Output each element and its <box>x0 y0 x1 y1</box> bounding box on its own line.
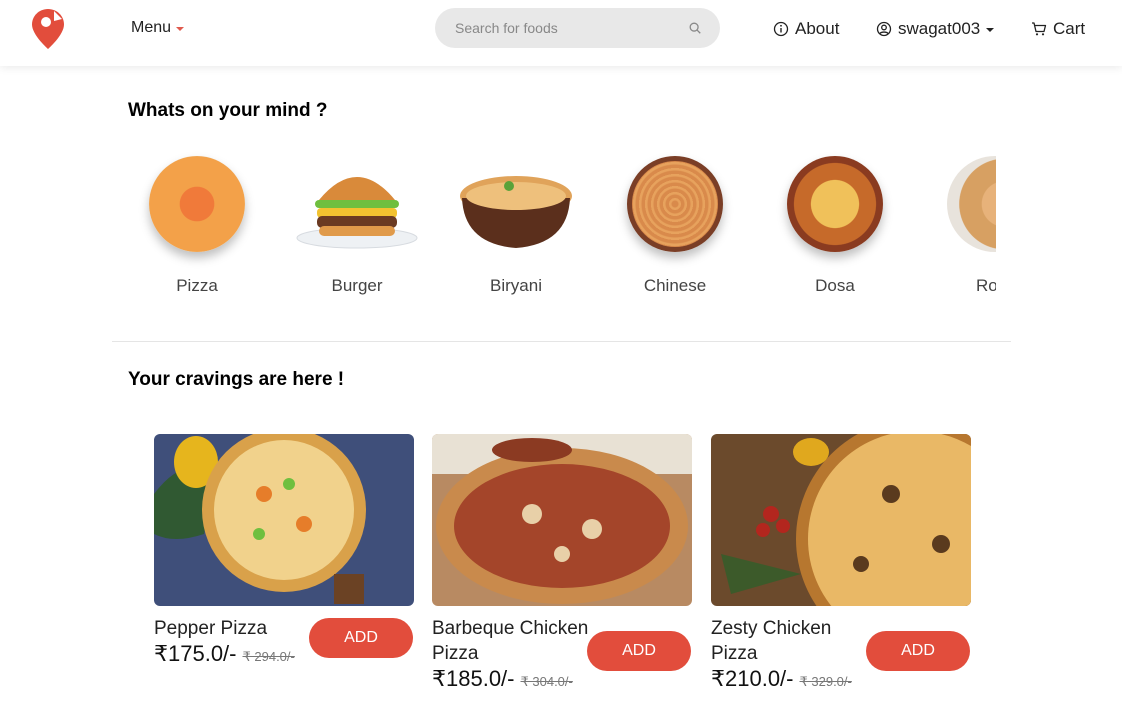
current-price: ₹210.0/- <box>711 666 794 691</box>
zesty-chicken-pizza-image[interactable] <box>711 434 971 606</box>
food-name: Barbeque Chicken Pizza <box>432 618 589 664</box>
original-price: ₹ 329.0/- <box>799 674 852 689</box>
price: ₹185.0/- ₹ 304.0/- <box>432 666 573 692</box>
username-label: swagat003 <box>898 19 981 38</box>
price: ₹210.0/- ₹ 329.0/- <box>711 666 852 692</box>
about-link[interactable]: About <box>773 19 839 39</box>
category-dosa[interactable]: Dosa <box>755 150 915 300</box>
add-button[interactable]: ADD <box>866 631 970 671</box>
category-chinese[interactable]: Chinese <box>595 150 755 300</box>
cart-label: Cart <box>1053 19 1086 38</box>
category-label: Biryani <box>490 276 542 295</box>
category-pizza[interactable]: Pizza <box>117 150 277 300</box>
category-label: Burger <box>331 276 383 295</box>
food-card: Zesty Chicken Pizza ₹210.0/- ₹ 329.0/- AD… <box>711 434 971 694</box>
food-name: Zesty Chicken Pizza <box>711 618 832 664</box>
dosa-image <box>787 156 883 252</box>
food-card: Pepper Pizza ₹175.0/- ₹ 294.0/- ADD <box>154 434 414 694</box>
user-circle-icon <box>876 21 892 37</box>
menu-label: Menu <box>131 19 172 36</box>
about-label: About <box>795 19 840 38</box>
chinese-image <box>627 156 723 252</box>
cart-link[interactable]: Cart <box>1031 19 1085 39</box>
section-title-mind: Whats on your mind ? <box>128 100 328 121</box>
search-bar <box>435 8 720 48</box>
price: ₹175.0/- ₹ 294.0/- <box>154 641 295 667</box>
add-button[interactable]: ADD <box>309 618 413 658</box>
user-dropdown[interactable]: swagat003 <box>876 19 995 39</box>
category-carousel: Pizza Burger Biryani Chinese Dosa Ro <box>117 150 996 300</box>
original-price: ₹ 304.0/- <box>520 674 573 689</box>
info-icon <box>773 21 789 37</box>
chevron-down-icon <box>176 27 185 31</box>
food-name: Pepper Pizza <box>154 618 268 639</box>
cart-icon <box>1032 22 1047 36</box>
navbar: Menu About swagat003 Cart <box>0 0 1122 66</box>
current-price: ₹185.0/- <box>432 666 515 691</box>
original-price: ₹ 294.0/- <box>242 649 295 664</box>
divider <box>112 341 1011 342</box>
biryani-image <box>460 176 572 248</box>
search-icon[interactable] <box>688 21 702 35</box>
menu-dropdown[interactable]: Menu <box>131 19 185 37</box>
category-label: Pizza <box>176 276 218 295</box>
search-input[interactable] <box>455 20 688 36</box>
section-title-cravings: Your cravings are here ! <box>128 369 345 390</box>
barbeque-chicken-pizza-image[interactable] <box>432 434 692 606</box>
current-price: ₹175.0/- <box>154 641 237 666</box>
burger-image <box>296 177 418 249</box>
add-button[interactable]: ADD <box>587 631 691 671</box>
location-pin-logo-icon[interactable] <box>32 9 64 49</box>
category-burger[interactable]: Burger <box>277 150 437 300</box>
pepper-pizza-image[interactable] <box>154 434 414 606</box>
category-label: Chinese <box>643 276 707 295</box>
chevron-down-icon <box>986 28 995 32</box>
category-label: Ro <box>976 276 996 295</box>
roll-image <box>947 156 996 252</box>
category-biryani[interactable]: Biryani <box>436 150 596 300</box>
food-card: Barbeque Chicken Pizza ₹185.0/- ₹ 304.0/-… <box>432 434 692 694</box>
pizza-image <box>149 156 245 252</box>
category-label: Dosa <box>815 276 855 295</box>
category-rolls[interactable]: Ro <box>915 150 996 300</box>
